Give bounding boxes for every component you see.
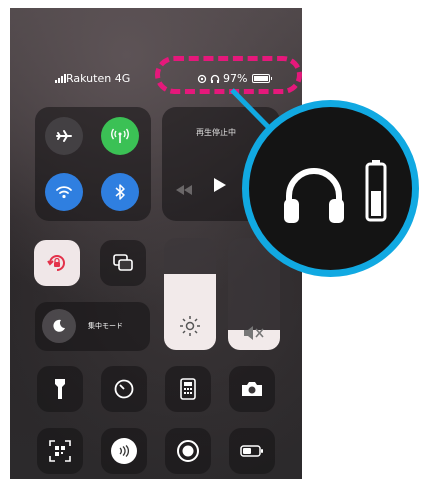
zoom-callout <box>242 100 419 277</box>
headphones-icon <box>284 168 344 223</box>
battery-level-icon <box>365 160 387 222</box>
